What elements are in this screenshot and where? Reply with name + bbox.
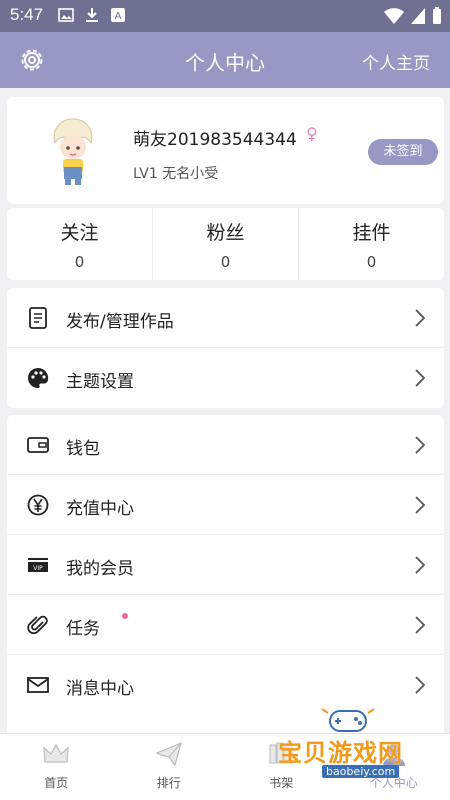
user-level: LV1 无名小受 xyxy=(133,166,219,182)
chevron-right-icon xyxy=(415,676,426,694)
chevron-right-icon xyxy=(415,436,426,454)
wallet-icon xyxy=(27,437,49,453)
menu-label: 消息中心 xyxy=(66,679,134,699)
username: 萌友201983544344 xyxy=(133,130,297,150)
app-a-icon: A xyxy=(111,8,125,22)
female-icon: ♀ xyxy=(306,124,318,143)
tab-ranking[interactable]: 排行 xyxy=(113,734,226,800)
chevron-right-icon xyxy=(415,556,426,574)
stat-label: 挂件 xyxy=(352,222,391,244)
stat-value: 0 xyxy=(220,253,231,271)
personal-homepage-link[interactable]: 个人主页 xyxy=(362,49,430,74)
svg-text:A: A xyxy=(115,11,122,22)
download-icon xyxy=(86,8,98,22)
profile-card[interactable]: 萌友201983544344 ♀ LV1 无名小受 未签到 xyxy=(7,97,444,204)
menu-item-theme-settings[interactable]: 主题设置 xyxy=(7,348,444,408)
vip-icon: VIP xyxy=(28,558,48,572)
stat-fans[interactable]: 粉丝 0 xyxy=(153,208,299,280)
status-time: 5:47 xyxy=(10,5,44,24)
battery-icon xyxy=(433,7,441,24)
menu-item-publish-works[interactable]: 发布/管理作品 xyxy=(7,288,444,348)
menu-item-tasks[interactable]: 任务 xyxy=(7,595,444,655)
paper-plane-icon xyxy=(155,741,182,767)
paperclip-icon xyxy=(27,615,48,635)
yen-icon xyxy=(27,494,49,516)
check-in-button[interactable]: 未签到 xyxy=(368,139,438,165)
status-bar: 5:47 A xyxy=(0,0,450,32)
stat-value: 0 xyxy=(74,253,85,271)
title-bar: 个人中心 个人主页 xyxy=(0,32,450,88)
chevron-right-icon xyxy=(415,309,426,327)
avatar[interactable] xyxy=(43,117,103,187)
stat-pendants[interactable]: 挂件 0 xyxy=(299,208,444,280)
stat-value: 0 xyxy=(366,253,377,271)
signal-icon xyxy=(411,8,425,24)
watermark: 宝贝游戏网 baobeiy.com xyxy=(278,705,448,785)
menu-label: 发布/管理作品 xyxy=(66,312,174,332)
stat-label: 关注 xyxy=(60,222,99,244)
menu-label: 充值中心 xyxy=(66,499,134,519)
stat-label: 粉丝 xyxy=(206,222,245,244)
menu-label: 任务 xyxy=(66,619,100,639)
menu-label: 我的会员 xyxy=(66,559,134,579)
tab-label: 排行 xyxy=(156,776,181,790)
tab-label: 首页 xyxy=(44,776,69,790)
chevron-right-icon xyxy=(415,369,426,387)
palette-icon xyxy=(28,367,49,388)
menu-group-account: 钱包 充值中心 VIP 我的会员 任务 消息中心 xyxy=(7,415,444,733)
menu-item-my-membership[interactable]: VIP 我的会员 xyxy=(7,535,444,595)
menu-item-recharge-center[interactable]: 充值中心 xyxy=(7,475,444,535)
watermark-url: baobeiy.com xyxy=(322,765,400,778)
mail-icon xyxy=(27,677,49,693)
svg-text:VIP: VIP xyxy=(33,565,43,572)
menu-group-works: 发布/管理作品 主题设置 xyxy=(7,288,444,408)
wifi-icon xyxy=(384,8,404,24)
menu-item-wallet[interactable]: 钱包 xyxy=(7,415,444,475)
crown-icon xyxy=(43,743,69,763)
menu-label: 主题设置 xyxy=(66,372,134,392)
chevron-right-icon xyxy=(415,616,426,634)
menu-label: 钱包 xyxy=(66,439,100,459)
notification-dot xyxy=(122,613,128,619)
tab-home[interactable]: 首页 xyxy=(0,734,113,800)
stats-bar: 关注 0 粉丝 0 挂件 0 xyxy=(7,208,444,280)
stat-following[interactable]: 关注 0 xyxy=(7,208,153,280)
watermark-text: 宝贝游戏网 xyxy=(278,739,403,767)
document-icon xyxy=(29,307,47,329)
chevron-right-icon xyxy=(415,496,426,514)
image-icon xyxy=(58,8,74,22)
